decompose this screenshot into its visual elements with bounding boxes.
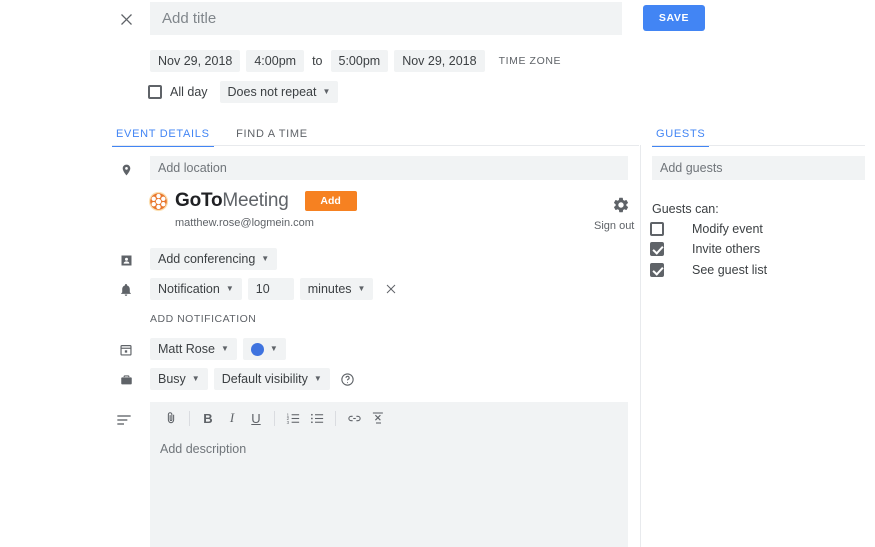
gotomeeting-brand-bold: GoTo — [175, 190, 223, 211]
add-conferencing-dropdown[interactable]: Add conferencing ▼ — [150, 248, 278, 270]
attach-icon[interactable] — [160, 407, 182, 429]
description-editor: B I U 1 2 3 Add description — [150, 402, 628, 547]
permission-invite-others[interactable]: Invite others — [650, 242, 760, 256]
chevron-down-icon: ▼ — [357, 284, 366, 293]
gotomeeting-sign-out-link[interactable]: Sign out — [594, 220, 634, 232]
start-date-chip[interactable]: Nov 29, 2018 — [150, 50, 241, 72]
bulleted-list-icon[interactable] — [306, 407, 328, 429]
toolbar-divider — [274, 410, 275, 426]
calendar-icon — [116, 340, 136, 360]
notification-unit-label: minutes — [307, 282, 352, 296]
add-notification-button[interactable]: ADD NOTIFICATION — [150, 313, 256, 325]
location-pin-icon — [116, 160, 136, 180]
notification-type-dropdown[interactable]: Notification ▼ — [150, 278, 242, 300]
gotomeeting-add-button[interactable]: Add — [304, 191, 357, 211]
chevron-down-icon: ▼ — [269, 344, 278, 353]
toolbar-divider — [189, 410, 190, 426]
all-day-checkbox[interactable] — [148, 85, 162, 99]
all-day-label: All day — [170, 85, 208, 99]
event-color-swatch — [250, 342, 264, 356]
chevron-down-icon: ▼ — [225, 284, 234, 293]
add-conferencing-label: Add conferencing — [158, 252, 256, 266]
guests-tab-divider — [652, 145, 865, 146]
create-event-page: SAVE Nov 29, 2018 4:00pm to 5:00pm Nov 2… — [0, 0, 875, 547]
guests-can-label: Guests can: — [652, 202, 719, 216]
description-placeholder[interactable]: Add description — [150, 434, 628, 456]
bold-button[interactable]: B — [197, 407, 219, 429]
gotomeeting-account-email: matthew.rose@logmein.com — [175, 217, 314, 229]
start-time-chip[interactable]: 4:00pm — [246, 50, 305, 72]
gotomeeting-brand-light: Meeting — [222, 190, 289, 211]
recurrence-label: Does not repeat — [227, 85, 317, 99]
help-icon[interactable] — [340, 372, 355, 387]
notification-row: Notification ▼ 10 minutes ▼ — [150, 278, 399, 300]
notification-type-label: Notification — [158, 282, 220, 296]
gotomeeting-logo-icon — [148, 191, 169, 211]
save-button[interactable]: SAVE — [643, 5, 705, 31]
svg-text:3: 3 — [286, 419, 289, 424]
event-color-dropdown[interactable]: ▼ — [242, 338, 286, 360]
schedule-row: Nov 29, 2018 4:00pm to 5:00pm Nov 29, 20… — [150, 50, 567, 72]
page-header: SAVE — [0, 0, 875, 40]
underline-button[interactable]: U — [245, 407, 267, 429]
gear-icon[interactable] — [612, 196, 630, 214]
guests-tabs: GUESTS — [652, 124, 865, 147]
end-date-chip[interactable]: Nov 29, 2018 — [394, 50, 485, 72]
close-icon[interactable] — [112, 5, 140, 33]
toolbar-divider — [335, 410, 336, 426]
numbered-list-icon[interactable]: 1 2 3 — [282, 407, 304, 429]
chevron-down-icon: ▼ — [191, 374, 200, 383]
detail-tabs: EVENT DETAILS FIND A TIME — [112, 124, 642, 147]
gotomeeting-addon: GoToMeeting Add matthew.rose@logmein.com — [148, 190, 638, 238]
notification-amount-input[interactable]: 10 — [247, 278, 294, 300]
modify-event-checkbox[interactable] — [650, 222, 664, 236]
to-label: to — [312, 54, 323, 68]
calendar-owner-dropdown[interactable]: Matt Rose ▼ — [150, 338, 237, 360]
chevron-down-icon: ▼ — [313, 374, 322, 383]
panel-divider — [640, 145, 641, 547]
availability-row: Busy ▼ Default visibility ▼ — [150, 368, 355, 390]
permission-label: Modify event — [692, 222, 763, 236]
event-title-input[interactable] — [150, 2, 622, 35]
description-lines-icon — [114, 410, 134, 430]
permission-label: See guest list — [692, 263, 768, 277]
chevron-down-icon: ▼ — [322, 87, 331, 96]
notification-amount-value: 10 — [255, 282, 270, 296]
briefcase-icon — [116, 370, 136, 390]
calendar-row: Matt Rose ▼ ▼ — [150, 338, 286, 360]
conferencing-person-icon — [116, 250, 136, 270]
add-guests-input[interactable] — [652, 156, 865, 180]
clear-formatting-icon[interactable] — [367, 407, 389, 429]
link-icon[interactable] — [343, 407, 365, 429]
recurrence-dropdown[interactable]: Does not repeat ▼ — [219, 81, 339, 103]
chevron-down-icon: ▼ — [220, 344, 229, 353]
location-input[interactable] — [150, 156, 628, 180]
availability-dropdown[interactable]: Busy ▼ — [150, 368, 208, 390]
end-time-chip[interactable]: 5:00pm — [330, 50, 389, 72]
gotomeeting-wordmark: GoToMeeting — [175, 190, 289, 212]
permission-modify-event[interactable]: Modify event — [650, 222, 763, 236]
tabs-divider — [112, 145, 639, 146]
italic-button[interactable]: I — [221, 407, 243, 429]
visibility-label: Default visibility — [221, 372, 308, 386]
conferencing-row: Add conferencing ▼ — [150, 248, 278, 270]
remove-notification-icon[interactable] — [383, 281, 399, 297]
chevron-down-icon: ▼ — [261, 254, 270, 263]
permission-see-guest-list[interactable]: See guest list — [650, 263, 767, 277]
calendar-owner-label: Matt Rose — [158, 342, 215, 356]
availability-label: Busy — [158, 372, 186, 386]
allday-repeat-row: All day Does not repeat ▼ — [148, 81, 339, 103]
see-guest-list-checkbox[interactable] — [650, 263, 664, 277]
permission-label: Invite others — [692, 242, 761, 256]
time-zone-button[interactable]: TIME ZONE — [499, 55, 562, 67]
notification-unit-dropdown[interactable]: minutes ▼ — [299, 278, 374, 300]
invite-others-checkbox[interactable] — [650, 242, 664, 256]
description-toolbar: B I U 1 2 3 — [150, 402, 628, 434]
bell-icon — [116, 280, 136, 300]
visibility-dropdown[interactable]: Default visibility ▼ — [213, 368, 330, 390]
